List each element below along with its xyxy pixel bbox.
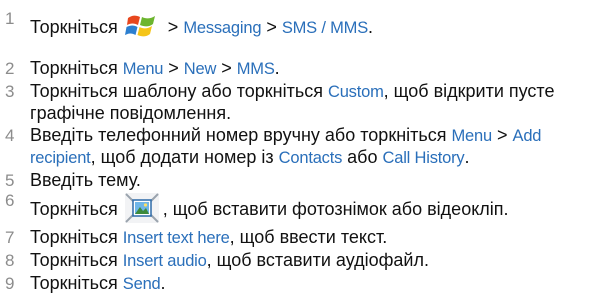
step-text: або [342,147,383,167]
punctuation: . [274,58,280,78]
insert-picture-icon [124,193,159,224]
step-1: 1 Торкніться > Messaging > SMS / MMS. [0,9,605,45]
ui-term-messaging: Messaging [183,19,262,37]
ui-term-insert-text-here: Insert text here [122,229,230,247]
separator: > [216,58,237,78]
ui-term-menu: Menu [451,127,493,145]
separator: > [163,58,184,78]
punctuation: . [368,17,374,37]
step-text: Торкніться [30,17,123,37]
ui-term-custom: Custom [327,83,384,101]
step-text: , щоб ввести текст. [229,227,388,247]
separator: > [261,17,282,37]
separator: > [162,17,184,37]
step-3: 3 Торкніться шаблону або торкніться Custo… [0,81,605,124]
ui-term-mms: MMS [236,60,275,78]
step-number: 8 [5,251,15,270]
step-number: 4 [5,126,15,145]
step-number: 7 [5,228,15,247]
punctuation: . [160,273,166,293]
step-text: Торкніться [30,58,123,78]
step-2: 2 Торкніться Menu > New > MMS. [0,58,605,80]
ui-term-menu: Menu [122,60,164,78]
step-text: Торкніться [30,227,123,247]
step-text: Торкніться [30,273,123,293]
step-8: 8 Торкніться Insert audio, щоб вставити а… [0,250,605,272]
step-7: 7 Торкніться Insert text here, щоб ввести… [0,227,605,249]
step-number: 6 [5,191,15,210]
step-text: Торкніться шаблону або торкніться [30,81,328,101]
ui-term-call-history: Call History [382,149,465,167]
punctuation: . [464,147,470,167]
step-9: 9 Торкніться Send. [0,273,605,295]
ui-term-send: Send [122,275,161,293]
step-text: Введіть тему. [30,170,141,190]
instruction-steps: 1 Торкніться > Messaging > SMS / MMS. 2 То… [0,9,605,296]
step-text: , щоб вставити фотознімок або відеокліп. [162,199,509,219]
ui-term-contacts: Contacts [278,149,343,167]
step-6: 6 Торкніться , щоб вставити фотознімок аб… [0,191,605,226]
windows-start-icon [124,10,159,42]
step-text: , щоб додати номер із [90,147,279,167]
step-number: 2 [5,59,15,78]
step-4: 4 Введіть телефонний номер вручну або тор… [0,125,605,169]
step-number: 1 [5,9,15,28]
ui-term-insert-audio: Insert audio [122,252,207,270]
ui-term-new: New [183,60,217,78]
step-number: 9 [5,274,15,293]
step-text: Торкніться [30,199,123,219]
step-5: 5 Введіть тему. [0,170,605,191]
step-number: 3 [5,82,15,101]
separator: > [492,125,513,145]
step-text: , щоб вставити аудіофайл. [206,250,429,270]
step-text: Торкніться [30,250,123,270]
ui-term-sms-mms: SMS / MMS [281,19,369,37]
step-text: Введіть телефонний номер вручну або торк… [30,125,452,145]
